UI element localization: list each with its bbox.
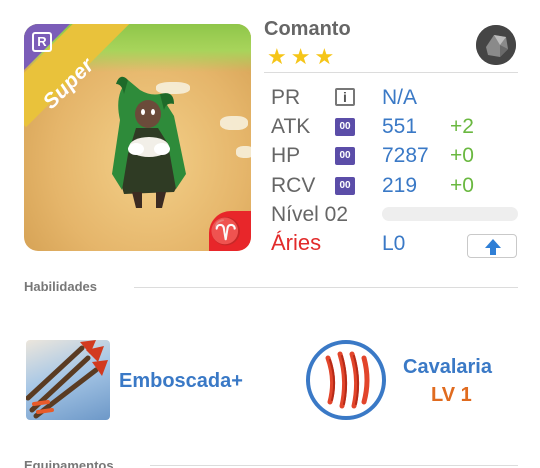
star-rating: ★ ★ ★: [267, 46, 334, 68]
star-icon: ★: [267, 44, 287, 69]
level-label: Nível 02: [271, 203, 349, 226]
stat-chip-icon: 00: [335, 118, 355, 136]
stat-label-pr: PR: [271, 86, 301, 109]
zodiac-level-value: L0: [382, 232, 406, 255]
star-icon: ★: [314, 44, 335, 69]
level-progress-bar: [382, 207, 518, 221]
stat-bonus-atk: +2: [450, 115, 474, 138]
skill-name-cavalaria[interactable]: Cavalaria: [403, 356, 492, 379]
info-icon[interactable]: i: [335, 88, 355, 106]
stat-bonus-rcv: +0: [450, 174, 474, 197]
character-portrait[interactable]: Super R ♈: [24, 24, 251, 251]
stat-label-atk: ATK: [271, 115, 311, 138]
stat-value-pr: N/A: [382, 86, 418, 109]
stat-label-rcv: RCV: [271, 174, 316, 197]
zodiac-upgrade-button[interactable]: [467, 234, 517, 258]
aries-icon: ♈: [209, 216, 242, 246]
stat-bonus-hp: +0: [450, 144, 474, 167]
skills-section-divider: [134, 287, 518, 288]
claw-skill-icon[interactable]: [306, 340, 386, 420]
stat-value-rcv: 219: [382, 174, 418, 197]
arrows-skill-icon[interactable]: [26, 340, 110, 420]
skills-section-title: Habilidades: [24, 279, 97, 294]
zodiac-label: Áries: [271, 230, 322, 255]
rarity-icon: R: [32, 32, 52, 52]
stat-chip-icon: 00: [335, 177, 355, 195]
equipment-section-title: Equipamentos: [24, 458, 114, 468]
skill-level-cavalaria: LV 1: [431, 384, 472, 406]
stat-value-atk: 551: [382, 115, 418, 138]
arrow-up-icon: [485, 239, 501, 255]
stat-chip-icon: 00: [335, 147, 355, 165]
stone-element-icon: [476, 25, 516, 65]
character-name: Comanto: [264, 18, 351, 40]
stat-value-hp: 7287: [382, 144, 429, 167]
equipment-section-divider: [150, 465, 518, 466]
stat-label-hp: HP: [271, 144, 301, 167]
header-divider: [264, 72, 518, 73]
skill-name-emboscada[interactable]: Emboscada+: [119, 370, 243, 393]
star-icon: ★: [290, 44, 311, 69]
